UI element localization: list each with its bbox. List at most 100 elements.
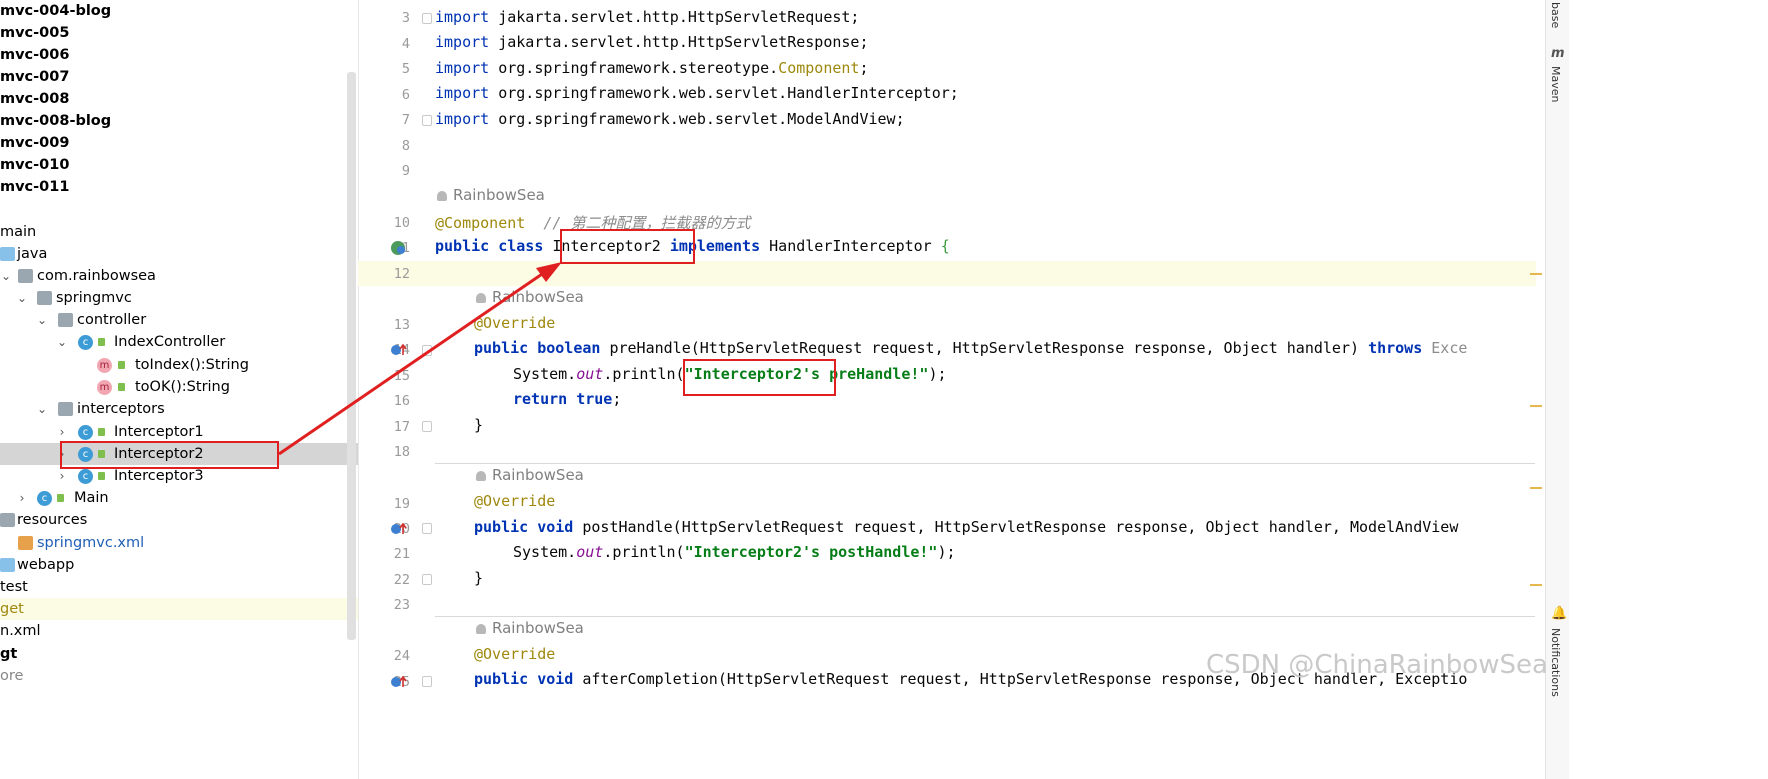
scroll-marker[interactable] <box>1530 405 1542 407</box>
method-icon: m <box>97 358 112 373</box>
tree-item-module[interactable]: mvc-007 <box>0 66 358 88</box>
tree-item-resources[interactable]: resources <box>0 509 358 531</box>
xml-file-icon <box>18 536 33 550</box>
code-line[interactable]: import org.springframework.web.servlet.M… <box>435 110 905 128</box>
code-line[interactable]: @Override <box>474 314 555 332</box>
code-line[interactable]: } <box>474 416 483 434</box>
line-number: 18 <box>393 444 410 460</box>
tree-item-test[interactable]: test <box>0 576 358 598</box>
code-author-hint[interactable]: RainbowSea <box>476 466 584 484</box>
tab-notifications[interactable]: Notifications <box>1549 628 1562 697</box>
tree-item-webapp[interactable]: webapp <box>0 554 358 576</box>
code-line[interactable]: } <box>474 569 483 587</box>
lock-icon <box>98 338 105 346</box>
maven-icon[interactable]: m <box>1551 46 1565 61</box>
tree-item-module[interactable]: mvc-010 <box>0 154 358 176</box>
code-line[interactable]: import jakarta.servlet.http.HttpServletR… <box>435 8 859 26</box>
chevron-down-icon[interactable]: ⌄ <box>16 287 28 309</box>
tree-item-module[interactable]: mvc-011 <box>0 176 358 198</box>
method-icon: m <box>97 380 112 395</box>
code-line[interactable]: @Override <box>474 645 555 663</box>
person-icon <box>476 623 486 634</box>
tree-item-module[interactable]: mvc-006 <box>0 44 358 66</box>
fold-marker-icon[interactable] <box>422 676 432 687</box>
tree-item-module[interactable]: mvc-009 <box>0 132 358 154</box>
code-author-hint[interactable]: RainbowSea <box>437 186 545 204</box>
person-icon <box>476 470 486 481</box>
code-line[interactable]: import org.springframework.web.servlet.H… <box>435 84 959 102</box>
code-line[interactable]: public boolean preHandle(HttpServletRequ… <box>474 339 1467 357</box>
tree-item-module[interactable]: mvc-008 <box>0 88 358 110</box>
line-number: 21 <box>393 546 410 562</box>
fold-marker-icon[interactable] <box>422 115 432 126</box>
code-line[interactable]: import org.springframework.stereotype.Co… <box>435 59 868 77</box>
person-icon <box>476 292 486 303</box>
tree-item-module[interactable]: mvc-008-blog <box>0 110 358 132</box>
tree-item-module[interactable]: gt <box>0 643 358 665</box>
tree-item-package[interactable]: ⌄ springmvc <box>0 287 358 309</box>
package-icon <box>18 269 33 283</box>
implements-interface-icon[interactable] <box>390 240 408 256</box>
tab-database[interactable]: base <box>1549 2 1562 28</box>
scroll-marker[interactable] <box>1530 584 1542 586</box>
fold-marker-icon[interactable] <box>422 574 432 585</box>
line-number: 6 <box>401 87 410 103</box>
tree-item-file[interactable]: springmvc.xml <box>0 532 358 554</box>
fold-marker-icon[interactable] <box>422 421 432 432</box>
tree-item-package[interactable]: ⌄ controller <box>0 309 358 331</box>
code-line[interactable]: return true; <box>513 390 621 408</box>
tree-item-java[interactable]: java <box>0 243 358 265</box>
fold-marker-icon[interactable] <box>422 345 432 356</box>
scroll-marker[interactable] <box>1530 273 1542 275</box>
code-line[interactable]: public void postHandle(HttpServletReques… <box>474 518 1458 536</box>
code-author-hint[interactable]: RainbowSea <box>476 288 584 306</box>
tab-maven[interactable]: Maven <box>1549 66 1562 102</box>
tree-scrollbar[interactable] <box>347 72 356 640</box>
bell-icon[interactable]: 🔔 <box>1551 606 1567 621</box>
tree-item-more[interactable]: ore <box>0 665 358 687</box>
code-line[interactable]: import jakarta.servlet.http.HttpServletR… <box>435 33 868 51</box>
lock-icon <box>118 383 125 391</box>
tree-item-method[interactable]: m toIndex():String <box>0 354 358 376</box>
chevron-right-icon[interactable]: › <box>56 421 68 443</box>
tree-item-package[interactable]: ⌄ interceptors <box>0 398 358 420</box>
tree-item-target[interactable]: get <box>0 598 358 620</box>
chevron-down-icon[interactable]: ⌄ <box>36 398 48 420</box>
scroll-marker[interactable] <box>1530 487 1542 489</box>
fold-marker-icon[interactable] <box>422 13 432 24</box>
tree-item-class[interactable]: ⌄ c IndexController <box>0 331 358 353</box>
tree-item-package[interactable]: ⌄ com.rainbowsea <box>0 265 358 287</box>
line-number: 19 <box>393 496 410 512</box>
person-icon <box>437 190 447 201</box>
line-number: 7 <box>401 112 410 128</box>
runnable-class-icon: c <box>37 491 52 506</box>
method-separator <box>435 463 1535 464</box>
override-method-icon[interactable] <box>390 522 408 536</box>
chevron-right-icon[interactable]: › <box>16 487 28 509</box>
line-number: 24 <box>393 648 410 664</box>
chevron-down-icon[interactable]: ⌄ <box>36 309 48 331</box>
tree-item-module[interactable]: mvc-004-blog <box>0 0 358 22</box>
tree-item-pom[interactable]: n.xml <box>0 620 358 642</box>
line-number: 5 <box>401 61 410 77</box>
tree-item-module[interactable]: mvc-005 <box>0 22 358 44</box>
tree-item-class[interactable]: › c Main <box>0 487 358 509</box>
code-line[interactable]: @Override <box>474 492 555 510</box>
line-number: 9 <box>401 163 410 179</box>
code-author-hint[interactable]: RainbowSea <box>476 619 584 637</box>
override-method-icon[interactable] <box>390 343 408 357</box>
package-icon <box>37 291 52 305</box>
tree-item-class[interactable]: › c Interceptor1 <box>0 421 358 443</box>
tree-item-method[interactable]: m toOK():String <box>0 376 358 398</box>
chevron-down-icon[interactable]: ⌄ <box>0 265 12 287</box>
class-icon: c <box>78 469 93 484</box>
lock-icon <box>57 494 64 502</box>
fold-marker-icon[interactable] <box>422 523 432 534</box>
override-method-icon[interactable] <box>390 675 408 689</box>
chevron-down-icon[interactable]: ⌄ <box>56 331 68 353</box>
lock-icon <box>98 428 105 436</box>
code-line[interactable]: System.out.println("Interceptor2's postH… <box>513 543 956 561</box>
tree-item-main[interactable]: main <box>0 221 358 243</box>
line-number: 16 <box>393 393 410 409</box>
method-separator <box>435 616 1535 617</box>
